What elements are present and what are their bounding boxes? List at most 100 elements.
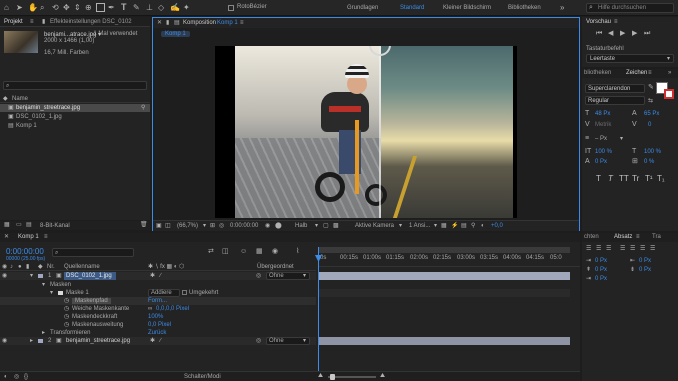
quality-switch-icon[interactable]: ∕ xyxy=(160,337,161,345)
tsume-value[interactable]: 0 % xyxy=(644,159,654,165)
lock-icon[interactable]: ▮ xyxy=(166,19,169,27)
col-source-header[interactable]: Quellenname xyxy=(64,264,100,270)
transfer-controls-icon[interactable]: ◎ xyxy=(14,373,19,381)
panel-menu-icon[interactable]: » xyxy=(668,69,671,77)
horizontal-scale-value[interactable]: 100 % xyxy=(644,149,661,155)
label-color-swatch[interactable] xyxy=(38,274,43,278)
swap-colors-icon[interactable]: ⇆ xyxy=(648,97,653,105)
faux-bold-button[interactable]: T xyxy=(596,174,601,183)
timeline-tab[interactable]: Komp 1 xyxy=(18,234,39,240)
justify-center-icon[interactable]: ☰ xyxy=(630,245,635,253)
baseline-shift-value[interactable]: 0 Px xyxy=(595,159,607,165)
shortcut-dropdown[interactable]: Leertaste ▾ xyxy=(586,54,674,63)
play-icon[interactable]: ▶ xyxy=(620,30,625,38)
twirl-closed-icon[interactable]: ▸ xyxy=(30,337,33,345)
parent-pickwhip-icon[interactable]: ◎ xyxy=(256,272,261,280)
workspace-grundlagen[interactable]: Grundlagen xyxy=(347,5,378,11)
pan-behind-icon[interactable]: ⊕ xyxy=(85,4,92,12)
eraser-tool-icon[interactable]: ◇ xyxy=(158,4,164,12)
stroke-width-value[interactable]: – Px xyxy=(595,136,607,142)
brush-tool-icon[interactable]: ✎ xyxy=(133,4,140,12)
mask-edge-line[interactable] xyxy=(379,46,381,218)
tab-tracker[interactable]: Tra xyxy=(652,234,661,240)
pen-tool-icon[interactable]: ✒ xyxy=(108,4,115,12)
parent-dropdown[interactable]: Ohne ▾ xyxy=(266,272,310,280)
masks-group-label[interactable]: Masken xyxy=(50,282,71,288)
indent-first-value[interactable]: 0 Px xyxy=(595,276,607,282)
transparency-grid-icon[interactable]: ▩ xyxy=(333,222,339,230)
superscript-button[interactable]: T¹ xyxy=(645,174,653,183)
faux-italic-button[interactable]: T xyxy=(608,174,613,183)
lock-icon[interactable]: ▮ xyxy=(42,18,45,26)
region-of-interest-icon[interactable]: ▢ xyxy=(323,222,329,230)
mask-row[interactable]: ▾ Maske 1 Addiere Umgekehrt xyxy=(0,289,316,297)
transform-group-label[interactable]: Transformieren xyxy=(50,330,90,336)
stroke-color-swatch[interactable] xyxy=(664,89,674,99)
col-nr-header[interactable]: Nr. xyxy=(47,264,55,270)
tracking-value[interactable]: 0 xyxy=(648,122,651,128)
views-dropdown[interactable]: 1 Ansi... xyxy=(409,223,430,229)
layer-switches-icon[interactable]: ◐ xyxy=(4,373,8,381)
stopwatch-icon[interactable]: ◷ xyxy=(64,305,69,313)
playhead[interactable] xyxy=(318,247,319,375)
zoom-slider-thumb[interactable] xyxy=(330,374,335,380)
mask-prop-row[interactable]: ◷ Maskenpfad Form... xyxy=(0,297,316,305)
toggle-pixel-icon[interactable]: ▦ xyxy=(441,222,447,230)
stopwatch-icon[interactable]: ◷ xyxy=(64,321,69,329)
font-style-dropdown[interactable]: Regular xyxy=(585,96,645,105)
project-item[interactable]: ▤ Komp 1 xyxy=(0,122,150,130)
home-icon[interactable]: ⌂ xyxy=(4,4,9,12)
justify-left-icon[interactable]: ☰ xyxy=(620,245,625,253)
viewer-timecode[interactable]: 0:00:00:00 xyxy=(230,223,258,229)
tab-menu-icon[interactable]: ≡ xyxy=(648,69,652,77)
last-frame-icon[interactable]: ⏭ xyxy=(644,30,650,38)
tab-libraries[interactable]: bliotheken xyxy=(584,70,611,76)
new-comp-icon[interactable]: ▤ xyxy=(26,221,32,229)
project-item[interactable]: ▣ DSC_0102_1.jpg xyxy=(0,113,150,121)
fast-preview-icon[interactable]: ⚡ xyxy=(451,222,458,230)
tab-character[interactable]: Zeichen xyxy=(626,70,647,76)
font-size-value[interactable]: 48 Px xyxy=(595,111,610,117)
time-ruler[interactable]: 0s 00:15s 01:00s 01:15s 02:00s 02:15s 03… xyxy=(318,247,580,267)
mask-visibility-icon[interactable]: ◎ xyxy=(219,222,224,230)
frame-blending-icon[interactable]: ▦ xyxy=(256,248,263,256)
col-parent-header[interactable]: Übergeordnet xyxy=(257,264,294,270)
comp-mini-flowchart-icon[interactable]: ⇄ xyxy=(208,248,214,256)
project-search-input[interactable]: ⌕ xyxy=(3,81,147,90)
layer-row[interactable]: ◉ ▸ 2 ▣ benjamin_streetrace.jpg ✱ ∕ ◎ Oh… xyxy=(0,337,316,345)
indent-right-value[interactable]: 0 Px xyxy=(639,258,651,264)
exposure-reset-icon[interactable]: ◐ xyxy=(481,222,485,230)
prev-frame-icon[interactable]: ◀ xyxy=(608,30,613,38)
tab-menu-icon[interactable]: ≡ xyxy=(240,19,244,27)
close-icon[interactable]: ✕ xyxy=(4,233,9,241)
parent-dropdown[interactable]: Ohne ▾ xyxy=(266,337,310,345)
dolly-camera-icon[interactable]: ⇕ xyxy=(74,4,81,12)
layer2-duration-bar[interactable] xyxy=(318,337,570,345)
timeline-icon[interactable]: ▤ xyxy=(461,222,467,230)
space-before-value[interactable]: 0 Px xyxy=(595,267,607,273)
parent-pickwhip-icon[interactable]: ◎ xyxy=(256,337,261,345)
always-preview-icon[interactable]: ▣ xyxy=(156,222,162,230)
mask-inverted-checkbox[interactable] xyxy=(182,290,187,295)
trash-icon[interactable]: 🗑 xyxy=(140,221,148,229)
mask-prop-value[interactable]: 0,0,0,0 Pixel xyxy=(156,306,189,312)
type-tool-icon[interactable]: T xyxy=(121,3,127,12)
mask-prop-row[interactable]: ◷ Maskendeckkraft 100% xyxy=(0,313,316,321)
workspace-standard[interactable]: Standard xyxy=(400,5,424,11)
twirl-open-icon[interactable]: ▾ xyxy=(50,289,53,297)
tab-menu-icon[interactable]: ≡ xyxy=(636,233,640,241)
stopwatch-icon[interactable]: ◷ xyxy=(64,297,69,305)
flowchart-icon[interactable]: ⚲ xyxy=(471,222,475,230)
camera-dropdown[interactable]: Aktive Kamera xyxy=(355,223,394,229)
eyedropper-icon[interactable]: ✎ xyxy=(648,84,654,92)
zoom-out-icon[interactable]: ⛰ xyxy=(318,372,323,380)
workspace-bibliotheken[interactable]: Bibliotheken xyxy=(508,5,541,11)
timeline-search-input[interactable]: ⌕ xyxy=(52,248,134,257)
mask-prop-row[interactable]: ◷ Weiche Maskenkante ∞ 0,0,0,0 Pixel xyxy=(0,305,316,313)
tab-tracking[interactable]: chten xyxy=(584,234,599,240)
tab-menu-icon[interactable]: ≡ xyxy=(44,233,48,241)
layer-name[interactable]: benjamin_streetrace.jpg xyxy=(66,338,130,344)
comp-breadcrumb-chip[interactable]: Komp 1 xyxy=(161,31,190,37)
clone-stamp-icon[interactable]: ⊥ xyxy=(146,4,153,12)
justify-all-icon[interactable]: ☰ xyxy=(650,245,655,253)
